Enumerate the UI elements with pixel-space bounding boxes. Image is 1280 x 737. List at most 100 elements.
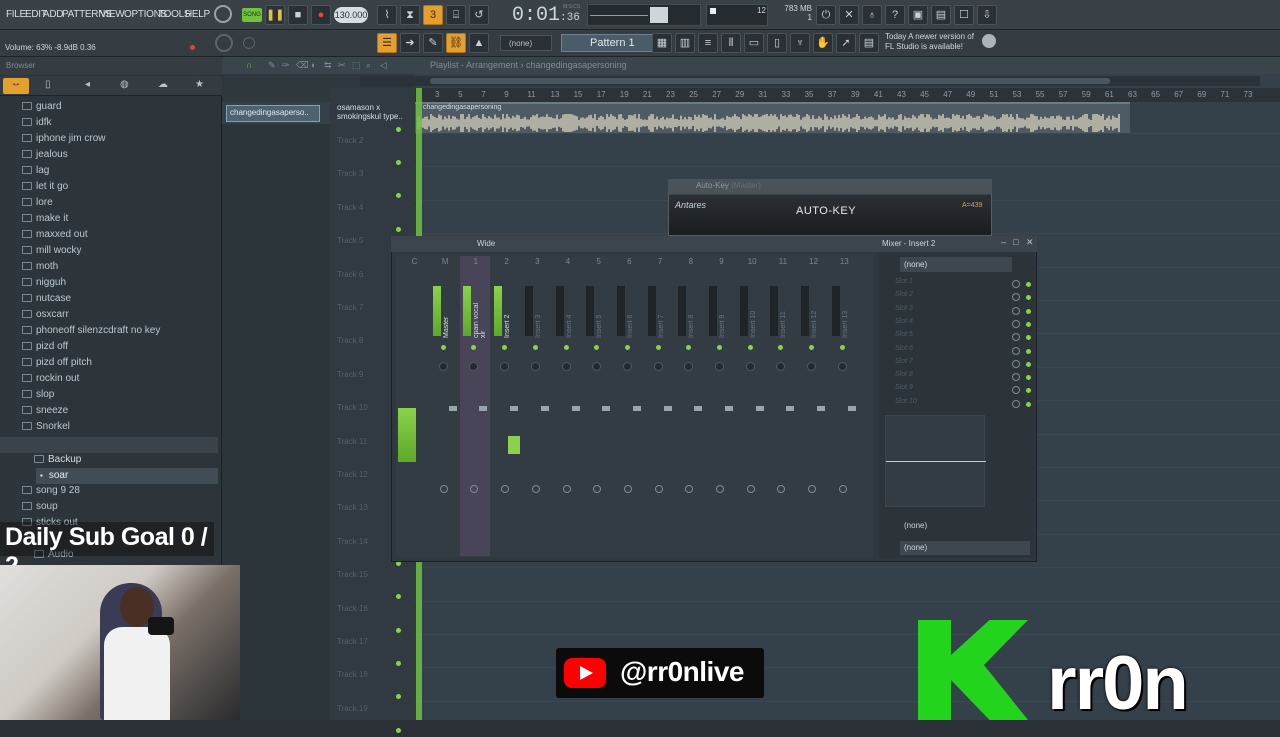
strip-number[interactable]: 4 (554, 257, 583, 266)
strip-volume-fader[interactable] (448, 406, 457, 411)
strip-volume-fader[interactable] (847, 406, 856, 411)
strip-pan-knob[interactable] (715, 362, 724, 371)
browser-item[interactable]: moth (22, 259, 58, 275)
browser-tab-favorites[interactable]: ★ (195, 79, 204, 90)
strip-number[interactable]: 7 (646, 257, 675, 266)
browser-item[interactable]: maxxed out (22, 227, 88, 243)
effect-slot[interactable]: Slot 1 (885, 278, 1013, 290)
effect-slot[interactable]: Slot 7 (885, 358, 1013, 370)
menu-view[interactable]: VIEW (100, 9, 125, 20)
maximize-icon[interactable]: □ (1013, 237, 1018, 247)
effect-slot[interactable]: Slot 10 (885, 398, 1013, 410)
strip-pan-knob[interactable] (622, 362, 632, 371)
strip-volume-fader[interactable] (786, 406, 795, 411)
strip-number[interactable]: 8 (676, 257, 705, 266)
strip-volume-fader[interactable] (725, 406, 733, 411)
slot-enable-led[interactable] (1026, 321, 1031, 327)
slot-enable-led[interactable] (1026, 401, 1031, 407)
browser-item[interactable]: idfk (22, 115, 52, 131)
master-volume-knob[interactable] (215, 34, 233, 52)
news-button[interactable]: ▤ (859, 33, 879, 53)
browser-item[interactable]: song 9 28 (22, 483, 80, 499)
playlist-button[interactable]: ☰ (377, 33, 397, 53)
track-1-label[interactable]: osamason x smokingskul type.. (337, 103, 407, 127)
track-mute-led[interactable] (396, 160, 401, 165)
strip-number[interactable]: 1 (461, 257, 490, 266)
master-pitch-knob[interactable] (243, 37, 255, 49)
effect-slot[interactable]: Slot 6 (885, 345, 1013, 357)
browser-item[interactable]: nutcase (22, 291, 71, 307)
news-panel[interactable]: Today A newer version of FL Studio is ava… (885, 32, 974, 52)
mixer-preset[interactable]: Wide (477, 239, 495, 248)
browser-item[interactable]: Snorkel (22, 419, 70, 435)
browser-tab-cloud[interactable]: ☁ (158, 79, 168, 90)
strip-enable-led[interactable] (839, 345, 845, 350)
strip-number[interactable]: M (431, 257, 460, 266)
browser-button[interactable]: ▭ (744, 33, 764, 53)
effect-slot[interactable]: Slot 4 (885, 318, 1013, 330)
browser-tab-files[interactable]: ▯ (45, 79, 51, 90)
strip-number[interactable]: 6 (615, 257, 644, 266)
effect-slot[interactable]: Slot 2 (885, 291, 1013, 303)
strip-route-ring[interactable] (439, 485, 448, 493)
strip-volume-fader[interactable] (663, 406, 672, 411)
strip-number[interactable]: 11 (768, 257, 797, 266)
loop-record-button[interactable]: ↺ (469, 5, 489, 25)
snap-button[interactable]: ➜ (400, 33, 420, 53)
browser-item[interactable]: nigguh (22, 275, 66, 291)
countdown-button[interactable]: 3 (423, 5, 443, 25)
slot-mix-knob[interactable] (1012, 280, 1020, 288)
browser-item[interactable]: soup (22, 499, 58, 515)
strip-volume-fader[interactable] (510, 406, 519, 411)
help-button[interactable]: ? (885, 5, 905, 25)
minimize-icon[interactable]: – (1001, 237, 1006, 247)
insert-preset-select[interactable]: (none) (900, 257, 1012, 272)
close-icon[interactable]: ✕ (1026, 237, 1034, 248)
strip-pan-knob[interactable] (653, 362, 663, 371)
browser-item[interactable]: iphone jim crow (22, 131, 105, 147)
stamp-button[interactable]: ▲ (469, 33, 489, 53)
midi-button[interactable]: ✕ (839, 5, 859, 25)
scrollbar-thumb[interactable] (430, 78, 1110, 84)
strip-pan-knob[interactable] (837, 362, 847, 371)
effect-slot[interactable]: Slot 9 (885, 384, 1013, 396)
download-button[interactable]: ⇩ (977, 5, 997, 25)
track-mute-led[interactable] (396, 127, 401, 132)
strip-route-ring[interactable] (654, 485, 663, 493)
paint-button[interactable]: ⛓ (446, 33, 466, 53)
strip-route-ring[interactable] (838, 485, 847, 493)
slot-mix-knob[interactable] (1012, 346, 1020, 355)
mixer-titlebar[interactable]: Wide Mixer - Insert 2 – □ ✕ (391, 236, 1037, 252)
browser-item[interactable]: sneeze (22, 403, 68, 419)
input-select[interactable]: (none) (900, 519, 1030, 533)
browser-item[interactable]: pizd off (22, 339, 68, 355)
browser-item[interactable]: slop (22, 387, 54, 403)
strip-number[interactable]: 2 (492, 257, 521, 266)
browser-all-tab[interactable]: ↔ (3, 78, 29, 94)
browser-item-soar-file[interactable]: ▪ soar (40, 468, 68, 484)
strip-number[interactable]: 5 (584, 257, 613, 266)
strip-volume-fader[interactable] (632, 406, 641, 411)
plugin-button[interactable]: ▤ (931, 5, 951, 25)
strip-enable-led[interactable] (563, 345, 569, 350)
project-button[interactable]: ▯ (767, 33, 787, 53)
strip-route-ring[interactable] (623, 485, 632, 493)
browser-item[interactable]: pizd off pitch (22, 355, 92, 371)
strip-enable-led[interactable] (717, 345, 722, 350)
panic-button[interactable]: ⏻ (816, 5, 836, 25)
playlist-window-button[interactable]: ▦ (652, 33, 672, 53)
track-mute-led[interactable] (396, 727, 401, 733)
strip-volume-fader[interactable] (602, 406, 611, 411)
slot-mix-knob[interactable] (1012, 359, 1020, 368)
effect-slot[interactable]: Slot 5 (885, 331, 1013, 343)
strip-pan-knob[interactable] (561, 362, 571, 371)
step-edit-button[interactable]: ⌸ (446, 5, 466, 25)
browser-item[interactable]: guard (22, 99, 62, 115)
channel-rack-button[interactable]: ≡ (698, 33, 718, 53)
strip-volume-fader[interactable] (571, 406, 580, 411)
autokey-tuning[interactable]: A=439 (962, 202, 982, 209)
strip-number[interactable]: 13 (830, 257, 859, 266)
menu-add[interactable]: ADD (43, 9, 64, 20)
audio-rec-button[interactable]: ♁ (862, 5, 882, 25)
effect-slot[interactable]: Slot 3 (885, 305, 1013, 317)
